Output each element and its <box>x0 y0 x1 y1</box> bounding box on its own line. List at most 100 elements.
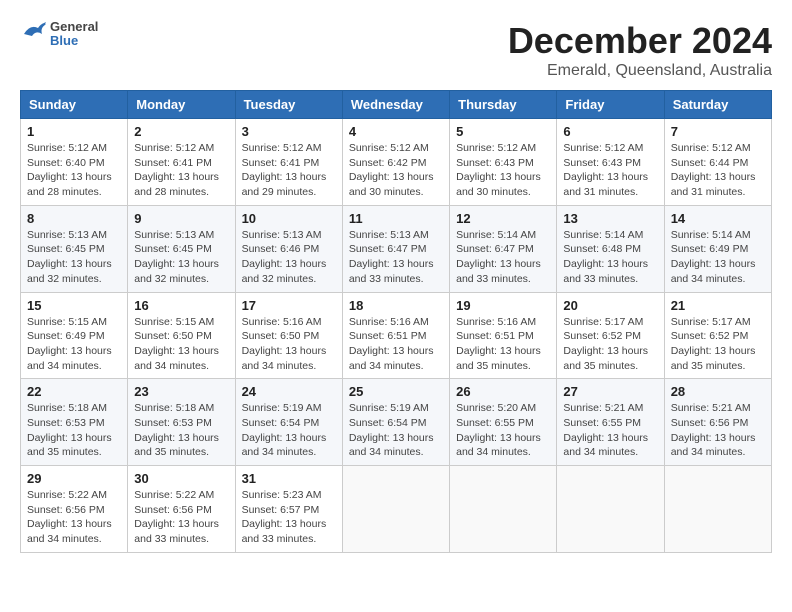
day-number: 31 <box>242 471 336 486</box>
day-number: 4 <box>349 124 443 139</box>
logo-bird-icon <box>20 20 48 48</box>
table-cell: 15 Sunrise: 5:15 AMSunset: 6:49 PMDaylig… <box>21 292 128 379</box>
day-number: 16 <box>134 298 228 313</box>
calendar-row: 8 Sunrise: 5:13 AMSunset: 6:45 PMDayligh… <box>21 205 772 292</box>
table-cell: 26 Sunrise: 5:20 AMSunset: 6:55 PMDaylig… <box>450 379 557 466</box>
page-header: General Blue December 2024 Emerald, Quee… <box>20 20 772 80</box>
day-number: 3 <box>242 124 336 139</box>
table-cell: 3 Sunrise: 5:12 AMSunset: 6:41 PMDayligh… <box>235 119 342 206</box>
day-number: 5 <box>456 124 550 139</box>
day-info: Sunrise: 5:14 AMSunset: 6:48 PMDaylight:… <box>563 229 648 285</box>
header-wednesday: Wednesday <box>342 91 449 119</box>
day-number: 21 <box>671 298 765 313</box>
day-number: 6 <box>563 124 657 139</box>
day-number: 11 <box>349 211 443 226</box>
table-cell: 22 Sunrise: 5:18 AMSunset: 6:53 PMDaylig… <box>21 379 128 466</box>
day-number: 19 <box>456 298 550 313</box>
day-number: 1 <box>27 124 121 139</box>
table-cell: 12 Sunrise: 5:14 AMSunset: 6:47 PMDaylig… <box>450 205 557 292</box>
table-cell: 6 Sunrise: 5:12 AMSunset: 6:43 PMDayligh… <box>557 119 664 206</box>
day-number: 30 <box>134 471 228 486</box>
day-number: 26 <box>456 384 550 399</box>
day-info: Sunrise: 5:14 AMSunset: 6:49 PMDaylight:… <box>671 229 756 285</box>
day-number: 15 <box>27 298 121 313</box>
table-cell: 8 Sunrise: 5:13 AMSunset: 6:45 PMDayligh… <box>21 205 128 292</box>
calendar-title: December 2024 <box>508 20 772 62</box>
day-number: 18 <box>349 298 443 313</box>
day-info: Sunrise: 5:23 AMSunset: 6:57 PMDaylight:… <box>242 489 327 545</box>
calendar-row: 29 Sunrise: 5:22 AMSunset: 6:56 PMDaylig… <box>21 466 772 553</box>
day-number: 22 <box>27 384 121 399</box>
day-number: 2 <box>134 124 228 139</box>
day-info: Sunrise: 5:12 AMSunset: 6:44 PMDaylight:… <box>671 142 756 198</box>
day-info: Sunrise: 5:14 AMSunset: 6:47 PMDaylight:… <box>456 229 541 285</box>
day-number: 17 <box>242 298 336 313</box>
day-number: 7 <box>671 124 765 139</box>
table-cell: 5 Sunrise: 5:12 AMSunset: 6:43 PMDayligh… <box>450 119 557 206</box>
header-monday: Monday <box>128 91 235 119</box>
day-info: Sunrise: 5:16 AMSunset: 6:51 PMDaylight:… <box>349 316 434 372</box>
table-cell: 1 Sunrise: 5:12 AMSunset: 6:40 PMDayligh… <box>21 119 128 206</box>
table-cell: 16 Sunrise: 5:15 AMSunset: 6:50 PMDaylig… <box>128 292 235 379</box>
day-info: Sunrise: 5:22 AMSunset: 6:56 PMDaylight:… <box>27 489 112 545</box>
day-info: Sunrise: 5:22 AMSunset: 6:56 PMDaylight:… <box>134 489 219 545</box>
table-cell: 20 Sunrise: 5:17 AMSunset: 6:52 PMDaylig… <box>557 292 664 379</box>
weekday-header-row: Sunday Monday Tuesday Wednesday Thursday… <box>21 91 772 119</box>
day-number: 29 <box>27 471 121 486</box>
day-number: 14 <box>671 211 765 226</box>
day-number: 27 <box>563 384 657 399</box>
day-info: Sunrise: 5:12 AMSunset: 6:43 PMDaylight:… <box>563 142 648 198</box>
table-cell <box>664 466 771 553</box>
table-cell: 28 Sunrise: 5:21 AMSunset: 6:56 PMDaylig… <box>664 379 771 466</box>
day-info: Sunrise: 5:17 AMSunset: 6:52 PMDaylight:… <box>563 316 648 372</box>
day-info: Sunrise: 5:16 AMSunset: 6:50 PMDaylight:… <box>242 316 327 372</box>
table-cell: 19 Sunrise: 5:16 AMSunset: 6:51 PMDaylig… <box>450 292 557 379</box>
table-cell: 11 Sunrise: 5:13 AMSunset: 6:47 PMDaylig… <box>342 205 449 292</box>
table-cell: 21 Sunrise: 5:17 AMSunset: 6:52 PMDaylig… <box>664 292 771 379</box>
day-info: Sunrise: 5:13 AMSunset: 6:45 PMDaylight:… <box>27 229 112 285</box>
day-info: Sunrise: 5:18 AMSunset: 6:53 PMDaylight:… <box>27 402 112 458</box>
table-cell: 7 Sunrise: 5:12 AMSunset: 6:44 PMDayligh… <box>664 119 771 206</box>
day-number: 10 <box>242 211 336 226</box>
day-info: Sunrise: 5:12 AMSunset: 6:41 PMDaylight:… <box>134 142 219 198</box>
table-cell <box>557 466 664 553</box>
day-info: Sunrise: 5:17 AMSunset: 6:52 PMDaylight:… <box>671 316 756 372</box>
table-cell: 10 Sunrise: 5:13 AMSunset: 6:46 PMDaylig… <box>235 205 342 292</box>
day-info: Sunrise: 5:21 AMSunset: 6:56 PMDaylight:… <box>671 402 756 458</box>
day-info: Sunrise: 5:12 AMSunset: 6:40 PMDaylight:… <box>27 142 112 198</box>
header-sunday: Sunday <box>21 91 128 119</box>
day-info: Sunrise: 5:21 AMSunset: 6:55 PMDaylight:… <box>563 402 648 458</box>
day-info: Sunrise: 5:15 AMSunset: 6:49 PMDaylight:… <box>27 316 112 372</box>
table-cell: 29 Sunrise: 5:22 AMSunset: 6:56 PMDaylig… <box>21 466 128 553</box>
day-info: Sunrise: 5:18 AMSunset: 6:53 PMDaylight:… <box>134 402 219 458</box>
day-number: 8 <box>27 211 121 226</box>
day-number: 28 <box>671 384 765 399</box>
table-cell: 30 Sunrise: 5:22 AMSunset: 6:56 PMDaylig… <box>128 466 235 553</box>
day-number: 20 <box>563 298 657 313</box>
day-number: 9 <box>134 211 228 226</box>
logo-blue-text: Blue <box>50 34 98 48</box>
calendar-subtitle: Emerald, Queensland, Australia <box>508 62 772 80</box>
calendar-row: 22 Sunrise: 5:18 AMSunset: 6:53 PMDaylig… <box>21 379 772 466</box>
table-cell: 23 Sunrise: 5:18 AMSunset: 6:53 PMDaylig… <box>128 379 235 466</box>
calendar-body: 1 Sunrise: 5:12 AMSunset: 6:40 PMDayligh… <box>21 119 772 553</box>
day-info: Sunrise: 5:15 AMSunset: 6:50 PMDaylight:… <box>134 316 219 372</box>
table-cell <box>450 466 557 553</box>
day-info: Sunrise: 5:13 AMSunset: 6:45 PMDaylight:… <box>134 229 219 285</box>
calendar-table: Sunday Monday Tuesday Wednesday Thursday… <box>20 90 772 553</box>
day-info: Sunrise: 5:13 AMSunset: 6:46 PMDaylight:… <box>242 229 327 285</box>
day-info: Sunrise: 5:12 AMSunset: 6:41 PMDaylight:… <box>242 142 327 198</box>
day-info: Sunrise: 5:16 AMSunset: 6:51 PMDaylight:… <box>456 316 541 372</box>
header-tuesday: Tuesday <box>235 91 342 119</box>
table-cell: 2 Sunrise: 5:12 AMSunset: 6:41 PMDayligh… <box>128 119 235 206</box>
table-cell: 4 Sunrise: 5:12 AMSunset: 6:42 PMDayligh… <box>342 119 449 206</box>
header-saturday: Saturday <box>664 91 771 119</box>
day-info: Sunrise: 5:12 AMSunset: 6:42 PMDaylight:… <box>349 142 434 198</box>
day-number: 13 <box>563 211 657 226</box>
logo-general-text: General <box>50 20 98 34</box>
table-cell: 31 Sunrise: 5:23 AMSunset: 6:57 PMDaylig… <box>235 466 342 553</box>
day-info: Sunrise: 5:19 AMSunset: 6:54 PMDaylight:… <box>242 402 327 458</box>
calendar-row: 15 Sunrise: 5:15 AMSunset: 6:49 PMDaylig… <box>21 292 772 379</box>
table-cell: 14 Sunrise: 5:14 AMSunset: 6:49 PMDaylig… <box>664 205 771 292</box>
day-info: Sunrise: 5:12 AMSunset: 6:43 PMDaylight:… <box>456 142 541 198</box>
